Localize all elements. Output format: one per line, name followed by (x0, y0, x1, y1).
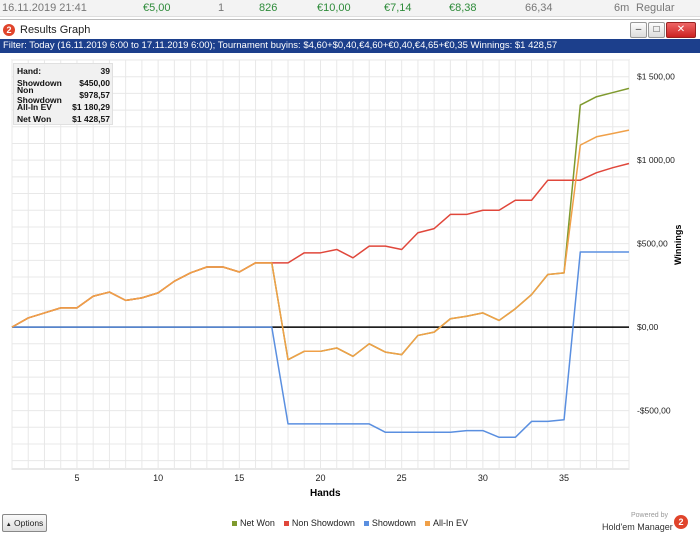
stats-box: Hand: 39 Showdown $450,00 Non Showdown $978… (13, 63, 113, 125)
x-axis-label: Hands (310, 488, 341, 499)
x-tick-label: 35 (559, 473, 569, 483)
legend-item: Showdown (363, 518, 416, 528)
legend-item: All-In EV (424, 518, 468, 528)
chart-legend: Net Won Non Showdown Showdown All-In EV (232, 518, 468, 528)
x-tick-label: 20 (315, 473, 325, 483)
stat-net-won: Net Won $1 428,57 (14, 112, 112, 124)
stat-value: $978,57 (79, 89, 110, 100)
row-hands: 826 (259, 2, 278, 14)
legend-label: Showdown (371, 518, 416, 528)
x-tick-label: 25 (397, 473, 407, 483)
legend-swatch (363, 520, 369, 526)
legend-swatch (424, 520, 430, 526)
legend-item: Net Won (232, 518, 275, 528)
stat-non-showdown: Non Showdown $978,57 (14, 85, 112, 105)
row-v2: €8,38 (449, 2, 477, 14)
window-title: Results Graph (20, 24, 91, 36)
close-button[interactable]: ✕ (666, 22, 696, 38)
x-tick-label: 15 (234, 473, 244, 483)
background-table-row: 16.11.2019 21:41 €5,00 1 826 €10,00 €7,1… (0, 0, 700, 17)
maximize-button[interactable]: □ (648, 22, 665, 38)
x-tick-label: 10 (153, 473, 163, 483)
stat-value: $450,00 (79, 77, 110, 88)
filter-bar: Filter: Today (16.11.2019 6:00 to 17.11.… (0, 39, 700, 53)
y-tick-label: $500,00 (637, 239, 668, 249)
stat-value: $1 180,29 (72, 101, 110, 112)
row-duration: 6m (614, 2, 630, 14)
row-count: 1 (218, 2, 225, 14)
x-tick-label: 30 (478, 473, 488, 483)
y-axis-label: Winnings (673, 224, 683, 265)
y-tick-label: $1 000,00 (637, 155, 675, 165)
stat-hand: Hand: 39 (14, 64, 112, 76)
triangle-up-icon: ▲ (5, 522, 12, 528)
y-tick-label: $0,00 (637, 322, 659, 332)
brand-name: Hold'em Manager (602, 522, 673, 532)
row-buyin: €5,00 (143, 2, 171, 14)
options-button[interactable]: ▲ Options (2, 514, 47, 532)
stat-label: Hand: (17, 65, 42, 76)
row-type: Regular (636, 2, 675, 14)
legend-swatch (283, 520, 289, 526)
app-logo-icon: 2 (3, 24, 15, 36)
legend-item: Non Showdown (283, 518, 355, 528)
bottom-bar: ▲ Options Net Won Non Showdown Showdown All… (0, 510, 700, 536)
powered-by-text: Powered by (631, 512, 668, 519)
stat-value: $1 428,57 (72, 113, 110, 124)
options-label: Options (14, 518, 44, 528)
window-titlebar[interactable]: 2 Results Graph – □ ✕ (0, 19, 700, 39)
stat-label: All-In EV (17, 101, 52, 112)
legend-label: All-In EV (432, 518, 468, 528)
brand-logo-icon: 2 (674, 515, 688, 529)
x-tick-label: 5 (74, 473, 79, 483)
row-date: 16.11.2019 21:41 (2, 2, 87, 14)
y-tick-label: -$500,00 (637, 406, 671, 416)
minimize-button[interactable]: – (630, 22, 647, 38)
row-won: €10,00 (317, 2, 351, 14)
legend-label: Net Won (240, 518, 275, 528)
row-v3: 66,34 (525, 2, 553, 14)
stat-value: 39 (100, 65, 110, 76)
legend-swatch (232, 520, 237, 526)
stat-label: Net Won (17, 113, 52, 124)
legend-label: Non Showdown (291, 518, 355, 528)
row-v1: €7,14 (384, 2, 412, 14)
y-tick-label: $1 500,00 (637, 72, 675, 82)
